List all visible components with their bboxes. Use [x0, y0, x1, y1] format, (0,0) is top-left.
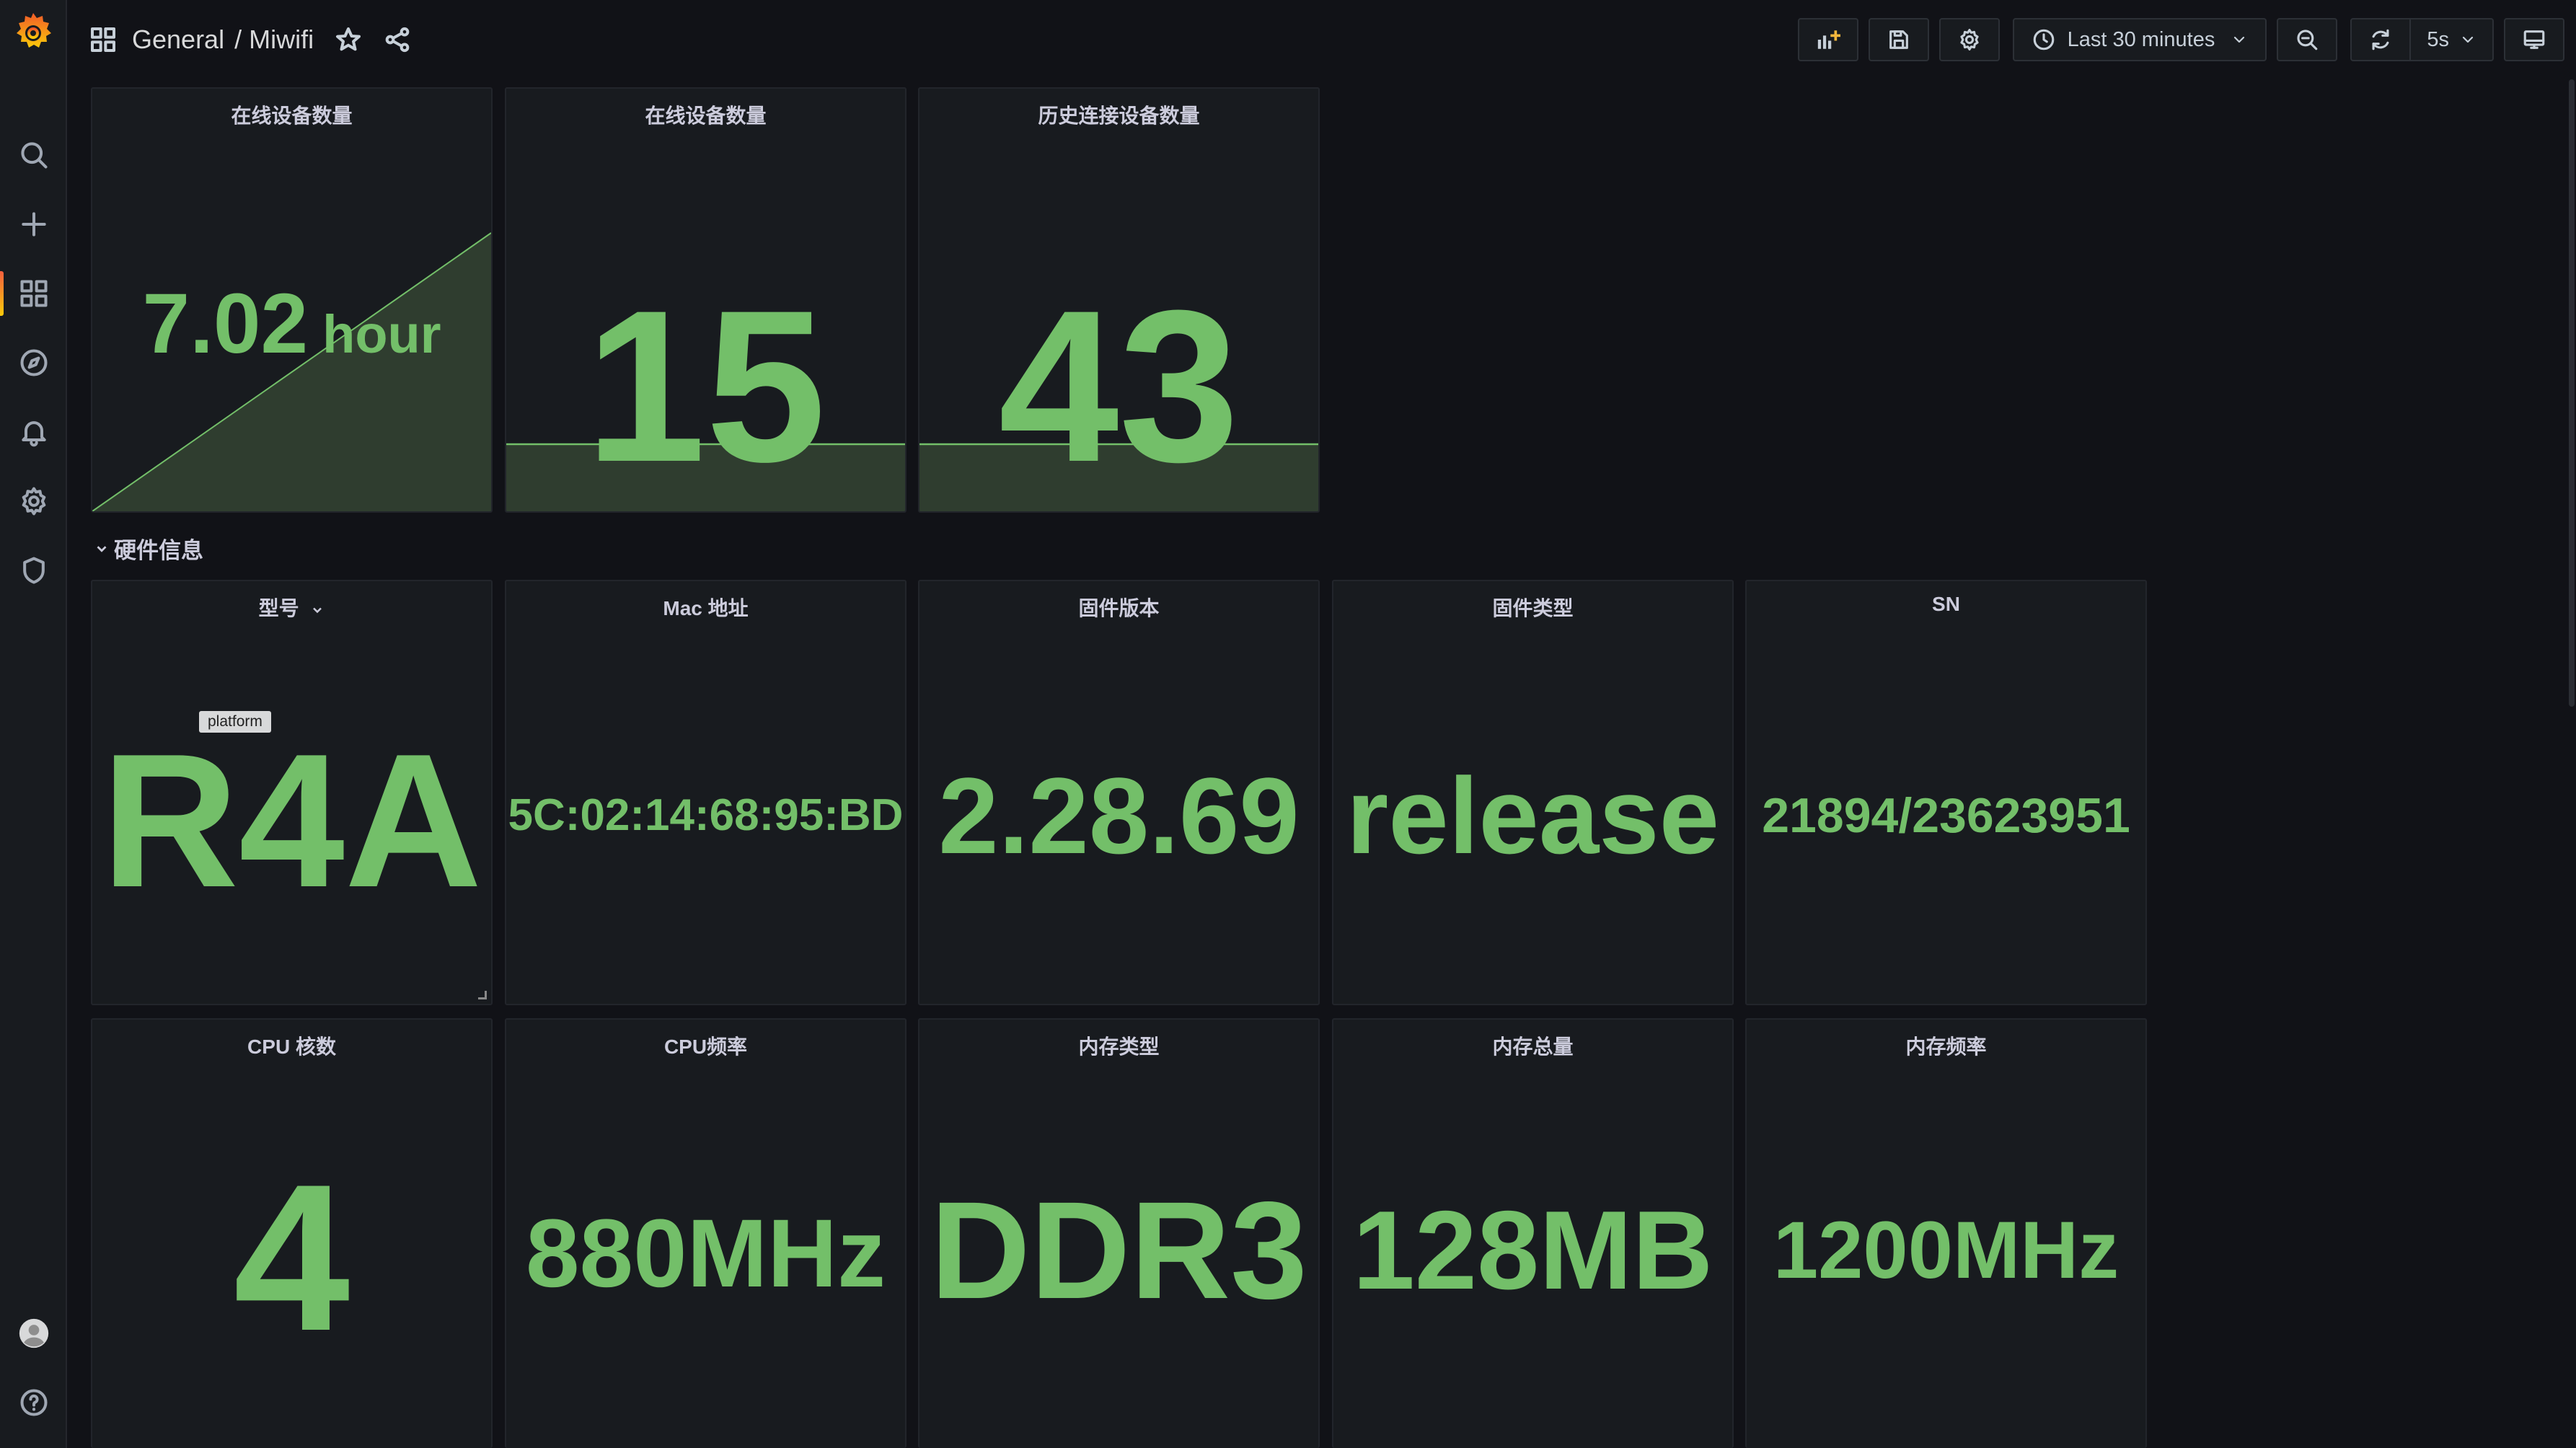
stat-value: 880MHz: [526, 1200, 886, 1307]
sn-panel[interactable]: SN 21894/23623951: [1745, 580, 2147, 1005]
panel-title: 型号: [92, 593, 491, 622]
stat-value: 4: [233, 1141, 350, 1374]
stat-value: R4A: [101, 714, 482, 927]
breadcrumb: General / Miwifi: [89, 25, 412, 55]
chevron-down-icon: [2234, 36, 2245, 43]
panel-title: 内存总量: [1492, 1036, 1574, 1058]
create-button[interactable]: [0, 192, 67, 257]
stat-value: release: [1346, 755, 1720, 876]
panel-title: 固件版本: [1078, 597, 1160, 619]
save-dashboard-button[interactable]: [1868, 18, 1929, 61]
dashboards-button[interactable]: [0, 261, 67, 326]
gear-icon: [1960, 28, 1979, 51]
explore-icon: [19, 349, 48, 376]
stat-value: 128MB: [1352, 1188, 1713, 1312]
stat-unit: hour: [322, 304, 441, 364]
page-scrollbar[interactable]: [2569, 79, 2575, 707]
dashboard-settings-button[interactable]: [1938, 18, 2000, 61]
memory-frequency-panel[interactable]: 内存频率 1200MHz: [1745, 1018, 2147, 1448]
stat-value: 5C:02:14:68:95:BD: [508, 790, 904, 840]
save-icon: [1889, 30, 1908, 49]
alerting-icon: [21, 421, 46, 447]
clock-icon: [2033, 29, 2054, 50]
share-icon[interactable]: [383, 25, 412, 54]
uptime-panel[interactable]: 在线设备数量 7.02 hour: [91, 87, 493, 513]
monitor-icon: [2523, 30, 2545, 49]
stat-value: 15: [585, 265, 826, 507]
tv-mode-button[interactable]: [2504, 18, 2564, 61]
panel-title: 内存类型: [1078, 1036, 1160, 1058]
firmware-version-panel[interactable]: 固件版本 2.28.69: [918, 580, 1320, 1005]
avatar: [19, 1318, 48, 1348]
add-panel-icon: [1817, 30, 1840, 49]
memory-type-panel[interactable]: 内存类型 DDR3: [918, 1018, 1320, 1448]
panel-title: 在线设备数量: [231, 105, 353, 127]
panel-title: CPU 核数: [247, 1036, 336, 1058]
row-title: 硬件信息: [114, 538, 203, 563]
panel-title: 在线设备数量: [645, 105, 767, 127]
alerting-button[interactable]: [0, 399, 67, 464]
mac-address-panel[interactable]: Mac 地址 5C:02:14:68:95:BD: [505, 580, 907, 1005]
configuration-button[interactable]: [0, 469, 67, 534]
refresh-group: 5s: [2350, 18, 2494, 61]
configuration-icon: [22, 487, 45, 516]
zoom-out-icon: [2297, 30, 2318, 50]
help-icon: [19, 1389, 48, 1416]
dashboards-icon: [19, 280, 48, 307]
search-button[interactable]: [0, 123, 67, 187]
profile-button[interactable]: [0, 1301, 67, 1366]
panel-title: SN: [1932, 593, 1960, 615]
search-icon: [20, 142, 48, 169]
cpu-cores-panel[interactable]: CPU 核数 4: [91, 1018, 493, 1448]
server-admin-button[interactable]: [0, 538, 67, 603]
stat-value: 2.28.69: [938, 755, 1300, 876]
panel-title-text: 型号: [258, 597, 299, 619]
firmware-type-panel[interactable]: 固件类型 release: [1332, 580, 1734, 1005]
model-panel[interactable]: 型号 R4A: [91, 580, 493, 1005]
help-button[interactable]: [0, 1370, 67, 1435]
explore-button[interactable]: [0, 330, 67, 395]
star-icon[interactable]: [334, 25, 363, 54]
breadcrumb-dashboard[interactable]: Miwifi: [249, 25, 314, 55]
cpu-frequency-panel[interactable]: CPU频率 880MHz: [505, 1018, 907, 1448]
refresh-icon: [2372, 29, 2389, 50]
panel-title: 固件类型: [1492, 597, 1574, 619]
add-panel-button[interactable]: [1797, 18, 1858, 61]
stat-value: DDR3: [930, 1173, 1307, 1328]
breadcrumb-separator: /: [234, 25, 242, 54]
time-range-picker[interactable]: Last 30 minutes: [2012, 18, 2267, 61]
refresh-interval-label: 5s: [2427, 27, 2449, 51]
breadcrumb-folder[interactable]: General: [132, 25, 224, 55]
chevron-down-icon[interactable]: [310, 603, 325, 617]
chevron-down-icon: [2462, 36, 2474, 43]
chevron-down-icon: [97, 545, 107, 552]
sidebar: [0, 0, 67, 1448]
refresh-interval-picker[interactable]: 5s: [2411, 18, 2494, 61]
panel-title: 历史连接设备数量: [1038, 105, 1200, 127]
row-header-hardware[interactable]: 硬件信息: [94, 532, 203, 565]
time-range-label: Last 30 minutes: [2067, 27, 2215, 51]
history-devices-panel[interactable]: 历史连接设备数量 43: [918, 87, 1320, 513]
top-bar: General / Miwifi Last 30 minutes 5s: [67, 0, 2576, 79]
panel-title: 内存频率: [1905, 1036, 1987, 1058]
memory-total-panel[interactable]: 内存总量 128MB: [1332, 1018, 1734, 1448]
toolbar: Last 30 minutes 5s: [1788, 18, 2564, 61]
resize-handle[interactable]: [478, 991, 487, 999]
stat-value: 21894/23623951: [1762, 788, 2130, 843]
shield-icon: [22, 557, 45, 584]
dashboard-grid-icon: [91, 27, 115, 52]
platform-tooltip: platform: [199, 711, 271, 733]
refresh-button[interactable]: [2350, 18, 2412, 61]
panel-title: Mac 地址: [663, 597, 749, 619]
stat-number: 7.02: [142, 276, 309, 371]
online-devices-panel[interactable]: 在线设备数量 15: [505, 87, 907, 513]
stat-value: 43: [998, 265, 1240, 507]
grafana-logo-icon[interactable]: [10, 9, 56, 55]
panel-title: CPU频率: [663, 1036, 748, 1058]
stat-value: 7.02 hour: [92, 275, 491, 373]
stat-value: 1200MHz: [1773, 1205, 2120, 1295]
zoom-out-button[interactable]: [2277, 18, 2338, 61]
plus-icon: [21, 212, 46, 237]
